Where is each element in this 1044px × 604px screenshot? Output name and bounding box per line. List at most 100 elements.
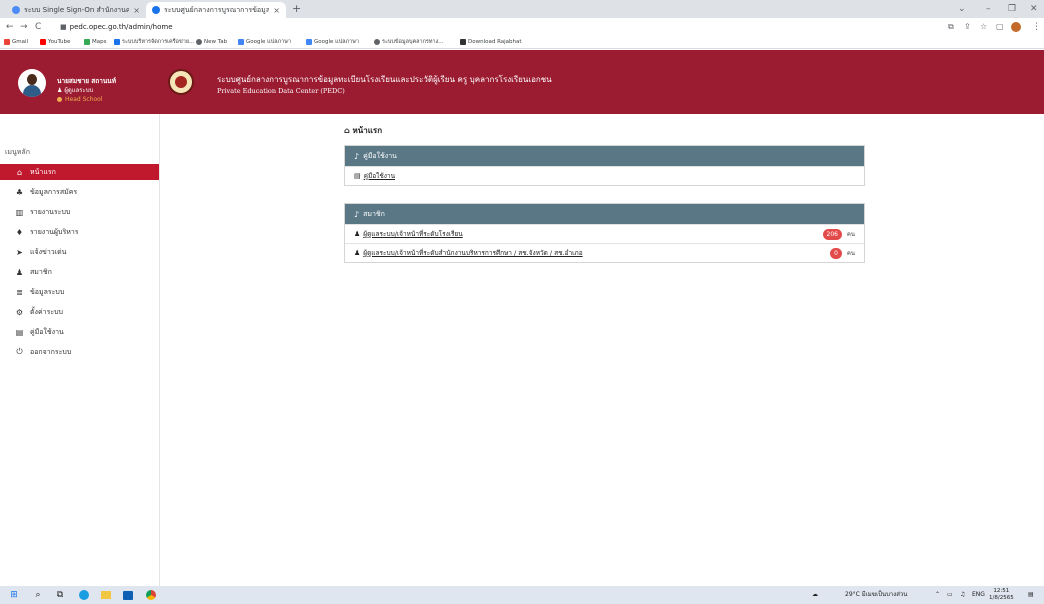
bookmark-label: YouTube	[48, 39, 71, 45]
bookmark-label: ระบบข้อมูลบุคลากรทาง...	[382, 39, 444, 45]
forward-button[interactable]: →	[20, 21, 28, 33]
windows-start-icon[interactable]: ⊞	[8, 589, 20, 601]
bookmark-new-tab[interactable]: New Tab	[196, 38, 227, 46]
settings-icon: ⚙	[15, 307, 24, 317]
sidebar-item-home[interactable]: ⌂ หน้าแรก	[0, 164, 159, 180]
user-role: ♟ ผู้ดูแลระบบ	[57, 87, 93, 95]
star-icon[interactable]: ☆	[980, 21, 987, 33]
maximize-button[interactable]: ❐	[1008, 3, 1016, 15]
sidebar-item-label: รายงานระบบ	[30, 207, 71, 216]
status-dot-icon	[57, 97, 62, 102]
weather-status[interactable]: 29°C มีเมฆเป็นบางส่วน	[845, 591, 907, 599]
url-text: pedc.opec.go.th/admin/home	[69, 23, 173, 31]
tab-close-icon[interactable]: ×	[273, 6, 280, 15]
chrome-icon[interactable]	[145, 589, 157, 601]
browser-menu-icon[interactable]: ⋮	[1032, 21, 1041, 33]
sidebar-item-system-data[interactable]: ≣ ข้อมูลระบบ	[0, 284, 159, 300]
clock-time: 12:51	[993, 588, 1010, 594]
tab-favicon-icon	[152, 6, 160, 14]
translate-icon[interactable]: ⧉	[948, 21, 954, 33]
lock-icon: ■	[60, 23, 67, 31]
browser-tab-strip: ระบบ Single Sign-On สำนักงานคณะ... × ระบ…	[0, 0, 1044, 18]
task-view-icon[interactable]: ⧉	[54, 589, 66, 601]
manager-icon: ♦	[15, 227, 24, 237]
emblem-logo	[168, 69, 194, 95]
bookmark-personnel[interactable]: ระบบข้อมูลบุคลากรทาง...	[374, 38, 444, 46]
member-icon: ♟	[15, 267, 24, 277]
sidebar-item-members[interactable]: ♟ สมาชิก	[0, 264, 159, 280]
sidebar-item-label: ข้อมูลระบบ	[30, 287, 65, 296]
tray-chevron-icon[interactable]: ⌃	[935, 591, 940, 599]
back-button[interactable]: ←	[6, 21, 14, 33]
maps-icon	[84, 39, 90, 45]
user-role-label: ผู้ดูแลระบบ	[64, 87, 94, 94]
onedrive-icon[interactable]: ☁	[812, 591, 818, 599]
user-status-label: Head School	[65, 96, 103, 103]
card-header-label: คู่มือใช้งาน	[363, 151, 397, 160]
office-admin-link[interactable]: ผู้ดูแลระบบ/เจ้าหน้าที่ระดับสำนักงานบริห…	[363, 248, 582, 258]
side-panel-icon[interactable]: ▢	[996, 21, 1004, 33]
new-tab-button[interactable]: +	[292, 3, 301, 15]
page-title: ⌂ หน้าแรก	[344, 125, 382, 137]
bell-icon: ♪	[354, 209, 360, 219]
manual-link[interactable]: คู่มือใช้งาน	[364, 171, 395, 181]
unit-label: คน	[846, 231, 855, 238]
sidebar-item-reports[interactable]: ▥ รายงานระบบ	[0, 204, 159, 220]
manual-card-header: ♪ คู่มือใช้งาน	[345, 146, 864, 166]
header-title: ระบบศูนย์กลางการบูรณาการข้อมูลทะเบียนโรง…	[217, 75, 552, 84]
tray-network-icon[interactable]: ▭	[947, 591, 953, 599]
taskbar: ⊞ ⌕ ⧉ ☁ 29°C มีเมฆเป็นบางส่วน ⌃ ▭ ♫ ENG …	[0, 586, 1044, 604]
search-icon[interactable]: ⌕	[32, 589, 44, 601]
member-card-header: ♪ สมาชิก	[345, 204, 864, 224]
bookmark-icon	[460, 39, 466, 45]
close-window-button[interactable]: ✕	[1030, 3, 1038, 15]
bookmark-youtube[interactable]: YouTube	[40, 38, 70, 46]
browser-tab-pedc[interactable]: ระบบศูนย์กลางการบูรณาการข้อมูล... ×	[146, 2, 286, 18]
home-icon: ⌂	[344, 126, 350, 135]
app-header: ระบบศูนย์กลางการบูรณาการข้อมูลทะเบียนโรง…	[160, 50, 1044, 114]
sidebar-item-label: ข้อมูลการสมัคร	[30, 187, 78, 196]
profile-avatar-icon[interactable]	[1011, 22, 1021, 32]
bookmark-network[interactable]: ระบบบริหารจัดการเครือข่าย...	[114, 38, 194, 46]
browser-tab-sso[interactable]: ระบบ Single Sign-On สำนักงานคณะ... ×	[6, 2, 146, 18]
bookmark-download[interactable]: Download Rajabhat	[460, 38, 522, 46]
bookmark-maps[interactable]: Maps	[84, 38, 106, 46]
store-icon[interactable]	[122, 589, 134, 601]
sidebar: นายสมชาย สถานนท์ ♟ ผู้ดูแลระบบ Head Scho…	[0, 50, 160, 586]
home-icon: ⌂	[16, 167, 23, 177]
url-field[interactable]: ■ pedc.opec.go.th/admin/home	[60, 22, 173, 32]
list-item: ♟ ผู้ดูแลระบบ/เจ้าหน้าที่ระดับสำนักงานบร…	[345, 243, 864, 262]
language-indicator[interactable]: ENG	[972, 591, 985, 599]
bookmarks-bar: Gmail YouTube Maps ระบบบริหารจัดการเครือ…	[0, 36, 1044, 49]
clock[interactable]: 12:51 1/8/2565	[989, 588, 1014, 602]
file-explorer-icon[interactable]	[100, 589, 112, 601]
bookmark-gmail[interactable]: Gmail	[4, 38, 28, 46]
sidebar-item-executive-reports[interactable]: ♦ รายงานผู้บริหาร	[0, 224, 159, 240]
chart-icon: ▥	[15, 207, 24, 217]
tray-volume-icon[interactable]: ♫	[960, 591, 965, 599]
book-icon: ▤	[15, 327, 24, 337]
bookmark-label: Download Rajabhat	[468, 39, 522, 45]
sidebar-item-manual[interactable]: ▤ คู่มือใช้งาน	[0, 324, 159, 340]
bookmark-google-translate-1[interactable]: Google แปลภาษา	[238, 38, 291, 46]
minimize-button[interactable]: –	[986, 3, 991, 15]
sidebar-item-applications[interactable]: ♣ ข้อมูลการสมัคร	[0, 184, 159, 200]
sidebar-item-settings[interactable]: ⚙ ตั้งค่าระบบ	[0, 304, 159, 320]
tab-close-icon[interactable]: ×	[133, 6, 140, 15]
address-bar: ← → C ■ pedc.opec.go.th/admin/home ⧉ ⇪ ☆ …	[0, 18, 1044, 36]
manual-card: ♪ คู่มือใช้งาน ▤ คู่มือใช้งาน	[344, 145, 865, 186]
member-card: ♪ สมาชิก ♟ ผู้ดูแลระบบ/เจ้าหน้าที่ระดับโร…	[344, 203, 865, 263]
share-icon[interactable]: ⇪	[964, 21, 971, 33]
user-icon: ♟	[57, 87, 63, 94]
bookmark-label: New Tab	[204, 39, 228, 45]
sidebar-item-logout[interactable]: ⏻ ออกจากระบบ	[0, 344, 159, 360]
school-admin-link[interactable]: ผู้ดูแลระบบ/เจ้าหน้าที่ระดับโรงเรียน	[363, 229, 462, 239]
notification-icon[interactable]: ▤	[1028, 591, 1034, 599]
reload-button[interactable]: C	[35, 21, 41, 33]
avatar	[18, 69, 46, 97]
tab-search-icon[interactable]: ⌄	[958, 3, 966, 15]
bookmark-label: Maps	[92, 39, 107, 45]
sidebar-item-news[interactable]: ➤ แจ้งข่าวเด่น	[0, 244, 159, 260]
bookmark-google-translate-2[interactable]: Google แปลภาษา	[306, 38, 359, 46]
edge-icon[interactable]	[78, 589, 90, 601]
